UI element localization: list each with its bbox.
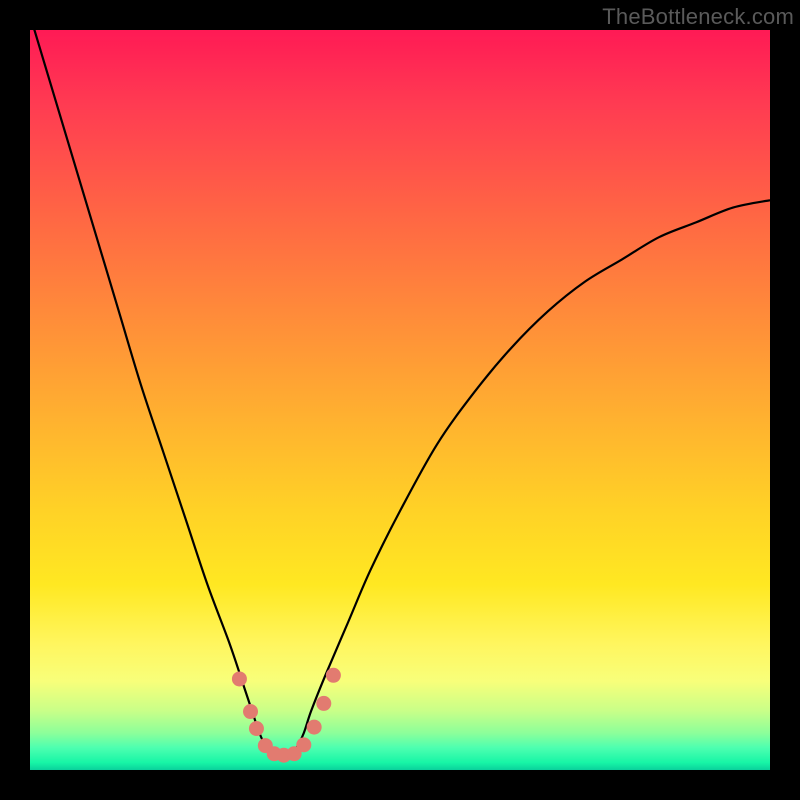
chart-svg <box>30 30 770 770</box>
bottleneck-curve <box>30 30 770 756</box>
curve-marker <box>326 668 341 683</box>
curve-marker <box>249 721 264 736</box>
curve-markers <box>232 668 341 763</box>
curve-marker <box>232 671 247 686</box>
curve-marker <box>316 696 331 711</box>
chart-plot-area <box>30 30 770 770</box>
watermark-text: TheBottleneck.com <box>602 4 794 30</box>
curve-marker <box>307 720 322 735</box>
chart-frame: TheBottleneck.com <box>0 0 800 800</box>
curve-marker <box>296 737 311 752</box>
curve-marker <box>243 704 258 719</box>
